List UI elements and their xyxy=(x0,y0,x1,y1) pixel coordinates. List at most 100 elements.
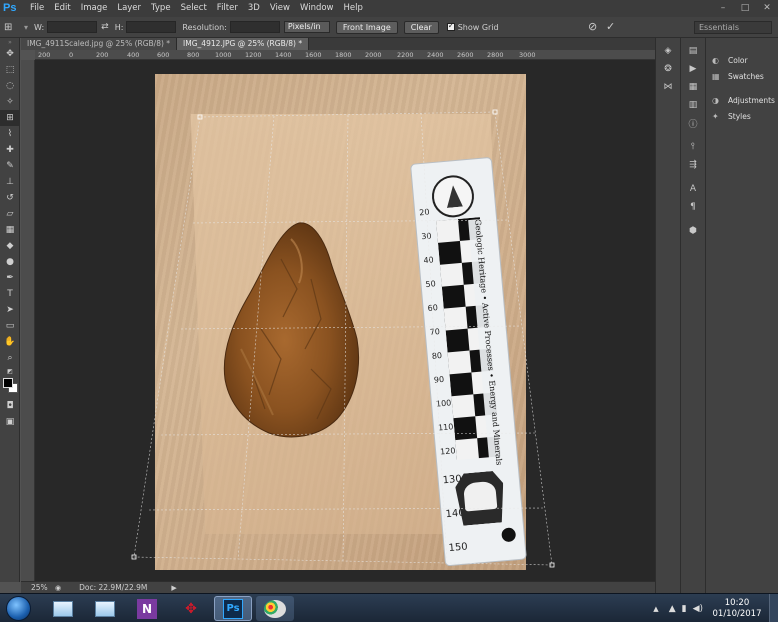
menu-select[interactable]: Select xyxy=(176,0,212,17)
tools-panel: » ✥ ⬚ ◌ ✧ ⊞ ⌇ ✚ ✎ ⊥ ↺ ▱ ▦ ◆ ● ✒ T ➤ ▭ ✋ … xyxy=(0,38,20,582)
taskbar-explorer-1[interactable] xyxy=(44,596,82,621)
quick-select-tool-icon[interactable]: ✧ xyxy=(0,94,20,110)
lasso-tool-icon[interactable]: ◌ xyxy=(0,78,20,94)
brush-presets-icon[interactable]: ⫯ xyxy=(681,138,705,156)
menu-3d[interactable]: 3D xyxy=(243,0,265,17)
dodge-tool-icon[interactable]: ● xyxy=(0,254,20,270)
clear-button[interactable]: Clear xyxy=(403,20,439,34)
maximize-button[interactable]: □ xyxy=(734,0,756,17)
taskbar-mendeley[interactable]: ✥ xyxy=(172,596,210,621)
eraser-tool-icon[interactable]: ▱ xyxy=(0,206,20,222)
menu-layer[interactable]: Layer xyxy=(112,0,146,17)
panel-adjustments[interactable]: ◑ Adjustments xyxy=(706,92,778,108)
width-input[interactable] xyxy=(47,21,98,33)
swatch-grid-icon[interactable]: ▦ xyxy=(681,78,705,96)
actions-icon[interactable]: ▶ xyxy=(681,60,705,78)
color-wheel-icon[interactable]: ❂ xyxy=(656,60,680,78)
resolution-input[interactable] xyxy=(229,21,280,33)
tab-img-4912[interactable]: IMG_4912.JPG @ 25% (RGB/8) * xyxy=(177,38,310,50)
menu-filter[interactable]: Filter xyxy=(212,0,243,17)
volume-icon[interactable]: ◀) xyxy=(693,604,703,614)
minimize-button[interactable]: – xyxy=(712,0,734,17)
color-swatches[interactable] xyxy=(0,376,20,398)
menu-edit[interactable]: Edit xyxy=(49,0,75,17)
menu-image[interactable]: Image xyxy=(76,0,113,17)
ruler-tick: 1600 xyxy=(305,51,322,59)
taskbar-onenote[interactable]: N xyxy=(128,596,166,621)
tool-presets-icon[interactable]: ⇶ xyxy=(681,156,705,174)
brush-tool-icon[interactable]: ✎ xyxy=(0,158,20,174)
menu-file[interactable]: File xyxy=(25,0,49,17)
history-icon[interactable]: ▤ xyxy=(681,42,705,60)
hand-tool-icon[interactable]: ✋ xyxy=(0,334,20,350)
tray-scroll-icon[interactable]: ▲ xyxy=(653,605,658,613)
quick-mask-icon[interactable]: ◘ xyxy=(0,398,20,414)
show-desktop-button[interactable] xyxy=(769,594,778,622)
workspace-select[interactable]: Essentials xyxy=(694,21,772,34)
panel-adjustments-label: Adjustments xyxy=(728,95,775,105)
blur-tool-icon[interactable]: ◆ xyxy=(0,238,20,254)
3d-cube-icon[interactable]: ⬢ xyxy=(681,222,705,240)
window-controls: – □ ✕ xyxy=(712,0,778,17)
history-brush-tool-icon[interactable]: ↺ xyxy=(0,190,20,206)
commit-icon[interactable]: ✓ xyxy=(606,20,615,33)
gradient-tool-icon[interactable]: ▦ xyxy=(0,222,20,238)
photoshop-logo: Ps xyxy=(3,2,17,14)
panel-color[interactable]: ◐ Color xyxy=(706,52,778,68)
taskbar-clock[interactable]: 10:20 01/10/2017 xyxy=(705,598,769,620)
tool-preset-chevron-icon[interactable]: ▾ xyxy=(24,23,28,32)
canvas-area[interactable]: 20 30 40 50 60 70 80 90 100 110 120 130 … xyxy=(35,60,655,581)
height-input[interactable] xyxy=(126,21,177,33)
vertical-ruler[interactable] xyxy=(21,60,35,581)
menu-window[interactable]: Window xyxy=(295,0,339,17)
menu-bar: Ps File Edit Image Layer Type Select Fil… xyxy=(0,0,778,17)
paragraph-icon[interactable]: ¶ xyxy=(681,198,705,216)
panel-swatches[interactable]: ▦ Swatches xyxy=(706,68,778,84)
show-grid-checkbox[interactable] xyxy=(446,21,455,31)
menu-type[interactable]: Type xyxy=(146,0,176,17)
eyedropper-tool-icon[interactable]: ⌇ xyxy=(0,126,20,142)
panel-styles[interactable]: ✦ Styles xyxy=(706,108,778,124)
clone-stamp-tool-icon[interactable]: ⊥ xyxy=(0,174,20,190)
comp-icon[interactable]: ▥ xyxy=(681,96,705,114)
menu-help[interactable]: Help xyxy=(339,0,368,17)
foreground-color-swatch[interactable] xyxy=(3,378,13,388)
width-label: W: xyxy=(34,22,45,32)
pen-tool-icon[interactable]: ✒ xyxy=(0,270,20,286)
perspective-crop-tool-icon[interactable]: ⊞ xyxy=(4,22,20,33)
character-icon[interactable]: A xyxy=(681,180,705,198)
doc-size: Doc: 22.9M/22.9M xyxy=(79,583,148,592)
shape-tool-icon[interactable]: ▭ xyxy=(0,318,20,334)
crop-tool-icon[interactable]: ⊞ xyxy=(0,110,20,126)
info-icon[interactable]: ⓘ xyxy=(681,114,705,132)
default-colors-icon[interactable]: ◩ xyxy=(0,366,20,376)
battery-icon[interactable]: ▮ xyxy=(682,604,687,614)
taskbar-paint[interactable] xyxy=(256,596,294,621)
move-tool-icon[interactable]: ✥ xyxy=(0,46,20,62)
show-hidden-icons-icon[interactable]: ▲ xyxy=(669,604,676,614)
type-tool-icon[interactable]: T xyxy=(0,286,20,302)
tab-img-4911[interactable]: IMG_4911Scaled.jpg @ 25% (RGB/8) * xyxy=(21,38,178,50)
cancel-icon[interactable]: ⊘ xyxy=(588,20,597,33)
path-select-tool-icon[interactable]: ➤ xyxy=(0,302,20,318)
healing-brush-tool-icon[interactable]: ✚ xyxy=(0,142,20,158)
front-image-button[interactable]: Front Image xyxy=(335,20,398,34)
screen-mode-icon[interactable]: ▣ xyxy=(0,414,20,430)
timeline-icon[interactable]: ⋈ xyxy=(656,78,680,96)
zoom-tool-icon[interactable]: ⌕ xyxy=(0,350,20,366)
marquee-tool-icon[interactable]: ⬚ xyxy=(0,62,20,78)
status-menu-arrow-icon[interactable]: ▶ xyxy=(171,584,176,592)
3d-layers-icon[interactable]: ◈ xyxy=(656,42,680,60)
onenote-icon: N xyxy=(137,598,157,619)
start-button[interactable] xyxy=(6,596,31,621)
zoom-level[interactable]: 25% xyxy=(21,583,51,592)
taskbar-photoshop[interactable]: Ps xyxy=(214,596,252,621)
status-info-icon[interactable]: ◉ xyxy=(55,584,61,592)
menu-view[interactable]: View xyxy=(265,0,295,17)
close-button[interactable]: ✕ xyxy=(756,0,778,17)
taskbar-explorer-2[interactable] xyxy=(86,596,124,621)
perspective-crop-grid[interactable] xyxy=(35,60,655,581)
swap-icon[interactable]: ⇄ xyxy=(101,22,109,32)
units-select[interactable]: Pixels/in xyxy=(283,21,330,33)
horizontal-ruler[interactable]: 200 0 200 400 600 800 1000 1200 1400 160… xyxy=(35,50,655,60)
